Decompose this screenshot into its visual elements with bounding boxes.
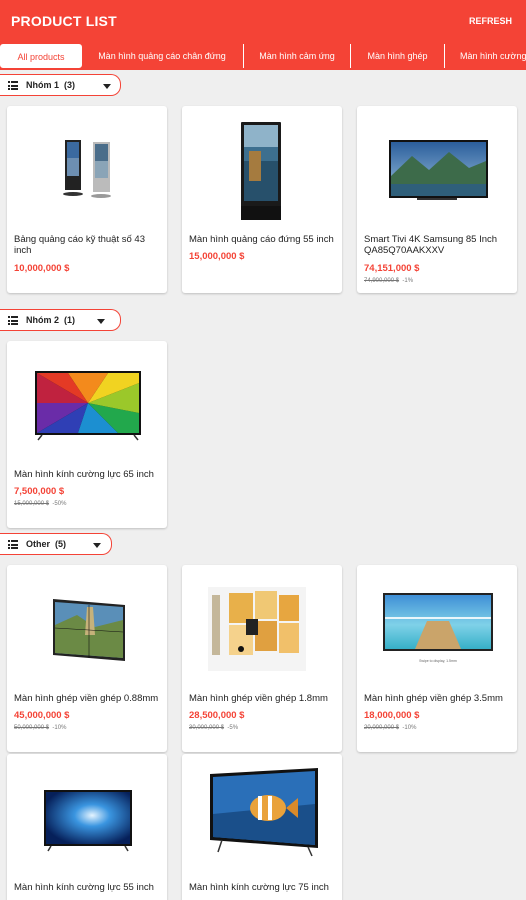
product-price: 74,151,000 $: [364, 263, 420, 274]
list-icon: [8, 316, 18, 325]
product-name: Màn hình quảng cáo đứng 55 inch: [189, 234, 334, 245]
group-label: Nhóm 2 (1): [26, 315, 76, 325]
product-name: Màn hình ghép viền ghép 3.5mm: [364, 693, 503, 704]
product-image: [53, 599, 125, 661]
refresh-button[interactable]: REFRESH: [469, 16, 512, 26]
product-name: Bảng quảng cáo kỹ thuật số 43 inch: [14, 234, 145, 256]
product-old-price: 74,900,000 $ -1%: [364, 278, 414, 284]
tab-tempered-glass[interactable]: Màn hình cường lực: [444, 44, 526, 68]
product-price: 18,000,000 $: [364, 710, 420, 721]
product-image: [44, 790, 132, 852]
product-old-price: 30,000,000 $ -5%: [189, 725, 239, 731]
product-image: [210, 768, 318, 857]
product-card[interactable]: Màn hình kính cường lực 55 inch: [7, 754, 167, 900]
svg-text:Swipe to display, 1.5mm: Swipe to display, 1.5mm: [419, 659, 457, 663]
group-label: Other (5): [26, 539, 67, 549]
tab-touch-screen[interactable]: Màn hình cảm ứng: [243, 44, 350, 68]
chevron-down-icon: [97, 319, 105, 324]
product-image: [208, 587, 306, 671]
product-card[interactable]: Màn hình ghép viền ghép 0.88mm 45,000,00…: [7, 565, 167, 752]
product-price: 7,500,000 $: [14, 486, 65, 497]
product-card[interactable]: Màn hình kính cường lực 65 inch 7,500,00…: [7, 341, 167, 528]
list-icon: [8, 81, 18, 90]
product-name: Màn hình kính cường lực 55 inch: [14, 882, 154, 893]
product-card[interactable]: Màn hình ghép viền ghép 1.8mm 28,500,000…: [182, 565, 342, 752]
product-card[interactable]: Màn hình quảng cáo đứng 55 inch 15,000,0…: [182, 106, 342, 293]
product-name: Màn hình ghép viền ghép 1.8mm: [189, 693, 328, 704]
product-image: [241, 122, 281, 220]
group-label: Nhóm 1 (3): [26, 80, 76, 90]
product-name: Smart Tivi 4K Samsung 85 Inch QA85Q70AAK…: [364, 234, 498, 256]
product-name: Màn hình kính cường lực 75 inch: [189, 882, 329, 893]
chevron-down-icon: [93, 543, 101, 548]
chevron-down-icon: [103, 84, 111, 89]
product-image: Swipe to display, 1.5mm: [383, 593, 493, 663]
tab-all-products[interactable]: All products: [0, 44, 82, 68]
product-old-price: 15,000,000 $ -50%: [14, 501, 67, 507]
list-icon: [8, 540, 18, 549]
product-image: [35, 371, 141, 441]
product-price: 15,000,000 $: [189, 251, 245, 262]
group-header-nhom-1[interactable]: Nhóm 1 (3): [0, 74, 121, 96]
product-name: Màn hình ghép viền ghép 0.88mm: [14, 693, 159, 704]
product-card[interactable]: Màn hình kính cường lực 75 inch: [182, 754, 342, 900]
product-image: [63, 140, 111, 198]
product-old-price: 50,000,000 $ -10%: [14, 725, 67, 731]
tab-advertising-standee[interactable]: Màn hình quảng cáo chân đứng: [83, 44, 241, 68]
tab-video-wall[interactable]: Màn hình ghép: [350, 44, 444, 68]
category-tabs: All products Màn hình quảng cáo chân đứn…: [0, 42, 526, 70]
page-title: PRODUCT LIST: [11, 13, 117, 29]
product-card[interactable]: Bảng quảng cáo kỹ thuật số 43 inch 10,00…: [7, 106, 167, 293]
group-header-nhom-2[interactable]: Nhóm 2 (1): [0, 309, 121, 331]
product-old-price: 20,000,000 $ -10%: [364, 725, 417, 731]
app-bar: PRODUCT LIST REFRESH: [0, 0, 526, 42]
product-price: 10,000,000 $: [14, 263, 70, 274]
product-image: [389, 140, 488, 200]
product-price: 45,000,000 $: [14, 710, 70, 721]
product-name: Màn hình kính cường lực 65 inch: [14, 469, 154, 480]
product-card[interactable]: Smart Tivi 4K Samsung 85 Inch QA85Q70AAK…: [357, 106, 517, 293]
group-header-other[interactable]: Other (5): [0, 533, 112, 555]
product-price: 28,500,000 $: [189, 710, 245, 721]
product-card[interactable]: Swipe to display, 1.5mm Màn hình ghép vi…: [357, 565, 517, 752]
